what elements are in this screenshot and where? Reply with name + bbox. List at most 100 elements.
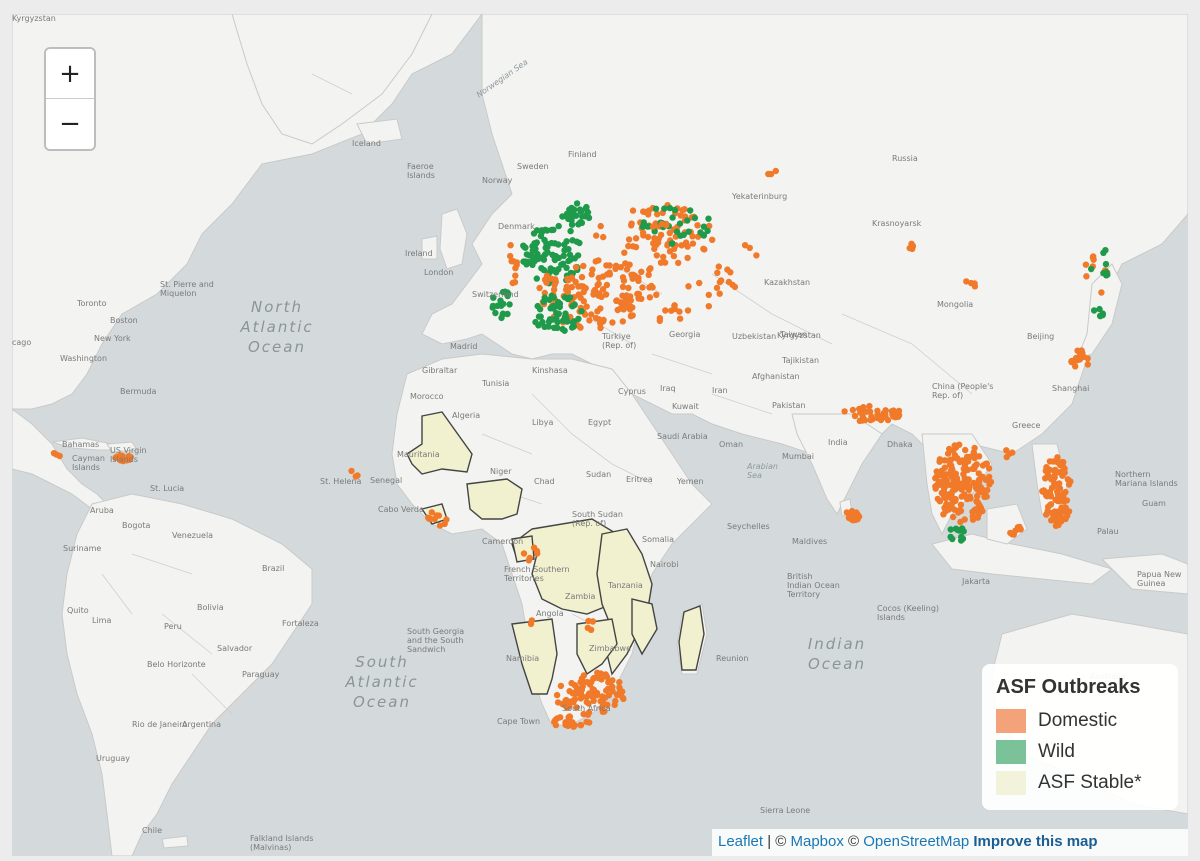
domestic-outbreak-marker[interactable] (600, 316, 607, 324)
domestic-outbreak-marker[interactable] (1072, 363, 1079, 370)
domestic-outbreak-marker[interactable] (597, 670, 605, 677)
osm-link[interactable]: OpenStreetMap (863, 833, 969, 850)
domestic-outbreak-marker[interactable] (938, 467, 945, 474)
domestic-outbreak-marker[interactable] (958, 482, 966, 489)
wild-outbreak-marker[interactable] (652, 205, 660, 212)
domestic-outbreak-marker[interactable] (716, 278, 724, 286)
wild-outbreak-marker[interactable] (506, 301, 513, 308)
domestic-outbreak-marker[interactable] (965, 486, 973, 494)
wild-outbreak-marker[interactable] (1102, 247, 1109, 254)
domestic-outbreak-marker[interactable] (611, 701, 618, 709)
domestic-outbreak-marker[interactable] (767, 170, 775, 178)
domestic-outbreak-marker[interactable] (617, 305, 624, 312)
domestic-outbreak-marker[interactable] (622, 260, 629, 267)
domestic-outbreak-marker[interactable] (512, 272, 519, 279)
domestic-outbreak-marker[interactable] (627, 312, 635, 319)
domestic-outbreak-marker[interactable] (1089, 254, 1097, 261)
wild-outbreak-marker[interactable] (1088, 265, 1095, 273)
domestic-outbreak-marker[interactable] (621, 249, 628, 256)
domestic-outbreak-marker[interactable] (596, 290, 603, 297)
wild-outbreak-marker[interactable] (542, 251, 549, 258)
domestic-outbreak-marker[interactable] (841, 408, 848, 415)
domestic-outbreak-marker[interactable] (588, 271, 595, 278)
domestic-outbreak-marker[interactable] (946, 461, 954, 468)
wild-outbreak-marker[interactable] (687, 207, 694, 214)
domestic-outbreak-marker[interactable] (1050, 458, 1057, 465)
domestic-outbreak-marker[interactable] (593, 689, 601, 697)
domestic-outbreak-marker[interactable] (973, 461, 980, 468)
wild-outbreak-marker[interactable] (700, 223, 708, 230)
wild-outbreak-marker[interactable] (541, 323, 548, 330)
wild-outbreak-marker[interactable] (668, 240, 676, 247)
wild-outbreak-marker[interactable] (531, 240, 538, 247)
domestic-outbreak-marker[interactable] (952, 444, 960, 451)
domestic-outbreak-marker[interactable] (874, 414, 881, 422)
domestic-outbreak-marker[interactable] (592, 314, 600, 322)
domestic-outbreak-marker[interactable] (563, 696, 570, 704)
domestic-outbreak-marker[interactable] (942, 495, 949, 502)
wild-outbreak-marker[interactable] (575, 221, 582, 228)
domestic-outbreak-marker[interactable] (689, 240, 697, 247)
domestic-outbreak-marker[interactable] (587, 626, 595, 633)
domestic-outbreak-marker[interactable] (534, 550, 541, 557)
domestic-outbreak-marker[interactable] (969, 513, 976, 520)
domestic-outbreak-marker[interactable] (963, 453, 971, 461)
domestic-outbreak-marker[interactable] (597, 222, 604, 230)
wild-outbreak-marker[interactable] (537, 232, 545, 240)
wild-outbreak-marker[interactable] (533, 275, 540, 282)
domestic-outbreak-marker[interactable] (956, 507, 963, 514)
wild-outbreak-marker[interactable] (700, 232, 708, 239)
domestic-outbreak-marker[interactable] (566, 713, 573, 720)
domestic-outbreak-marker[interactable] (553, 715, 561, 722)
domestic-outbreak-marker[interactable] (963, 278, 970, 285)
domestic-outbreak-marker[interactable] (944, 502, 951, 509)
domestic-outbreak-marker[interactable] (962, 446, 969, 454)
domestic-outbreak-marker[interactable] (983, 460, 990, 467)
domestic-outbreak-marker[interactable] (628, 222, 635, 229)
wild-outbreak-marker[interactable] (705, 215, 712, 222)
wild-outbreak-marker[interactable] (676, 220, 684, 227)
wild-outbreak-marker[interactable] (1099, 310, 1107, 317)
wild-outbreak-marker[interactable] (536, 306, 544, 313)
domestic-outbreak-marker[interactable] (619, 283, 627, 291)
domestic-outbreak-marker[interactable] (1057, 460, 1065, 467)
domestic-outbreak-marker[interactable] (427, 515, 434, 523)
domestic-outbreak-marker[interactable] (932, 485, 939, 492)
domestic-outbreak-marker[interactable] (513, 259, 520, 266)
wild-outbreak-marker[interactable] (559, 325, 566, 333)
wild-outbreak-marker[interactable] (669, 214, 676, 221)
domestic-outbreak-marker[interactable] (1083, 273, 1090, 280)
domestic-outbreak-marker[interactable] (696, 279, 703, 287)
domestic-outbreak-marker[interactable] (593, 232, 600, 239)
wild-outbreak-marker[interactable] (554, 324, 561, 332)
domestic-outbreak-marker[interactable] (527, 620, 535, 628)
zoom-in-button[interactable]: + (46, 49, 94, 99)
wild-outbreak-marker[interactable] (561, 294, 569, 301)
domestic-outbreak-marker[interactable] (552, 721, 560, 729)
domestic-outbreak-marker[interactable] (746, 244, 753, 252)
domestic-outbreak-marker[interactable] (583, 693, 591, 700)
domestic-outbreak-marker[interactable] (685, 283, 692, 290)
wild-outbreak-marker[interactable] (1090, 307, 1098, 314)
domestic-outbreak-marker[interactable] (646, 266, 653, 273)
domestic-outbreak-marker[interactable] (586, 317, 593, 324)
wild-outbreak-marker[interactable] (947, 533, 954, 541)
domestic-outbreak-marker[interactable] (713, 284, 721, 292)
domestic-outbreak-marker[interactable] (603, 262, 610, 269)
wild-outbreak-marker[interactable] (954, 526, 961, 534)
domestic-outbreak-marker[interactable] (662, 307, 669, 314)
wild-outbreak-marker[interactable] (571, 255, 578, 262)
domestic-outbreak-marker[interactable] (638, 268, 645, 275)
domestic-outbreak-marker[interactable] (641, 208, 648, 216)
domestic-outbreak-marker[interactable] (724, 266, 731, 273)
domestic-outbreak-marker[interactable] (705, 291, 712, 299)
domestic-outbreak-marker[interactable] (1048, 517, 1055, 524)
zoom-out-button[interactable]: − (46, 99, 94, 149)
wild-outbreak-marker[interactable] (540, 256, 548, 263)
domestic-outbreak-marker[interactable] (520, 550, 528, 557)
domestic-outbreak-marker[interactable] (638, 295, 645, 302)
domestic-outbreak-marker[interactable] (623, 266, 631, 273)
domestic-outbreak-marker[interactable] (714, 269, 721, 276)
domestic-outbreak-marker[interactable] (443, 516, 450, 523)
domestic-outbreak-marker[interactable] (1009, 449, 1016, 456)
